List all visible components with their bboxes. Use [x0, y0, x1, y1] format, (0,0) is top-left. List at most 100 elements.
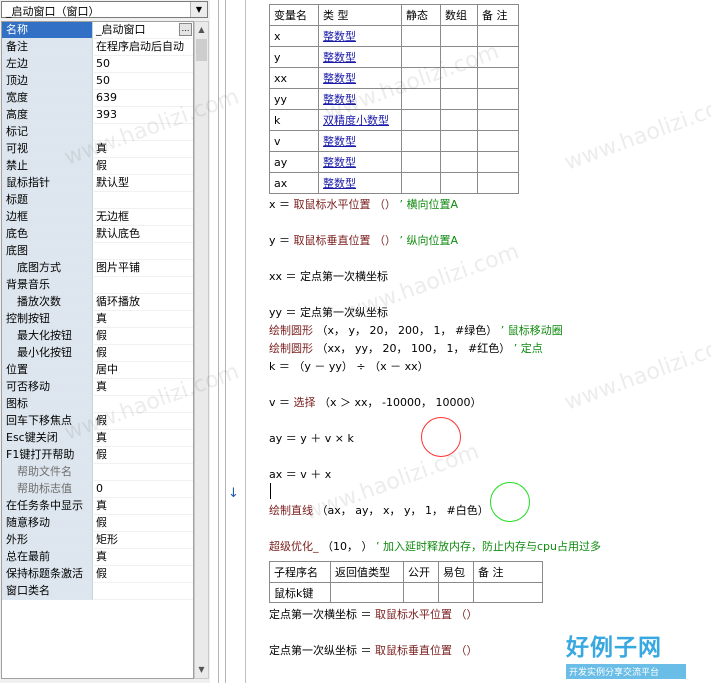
variable-type[interactable]: 整数型: [318, 25, 402, 47]
comment: ’ 定点: [513, 342, 543, 355]
variable-type[interactable]: 整数型: [318, 67, 402, 89]
cell[interactable]: [477, 172, 519, 194]
variable-name[interactable]: v: [269, 130, 319, 152]
code-line[interactable]: 绘制圆形 （x， y， 20， 200， 1， #绿色） ’ 鼠标移动圈: [269, 322, 563, 338]
red-circle: [421, 417, 461, 457]
cell[interactable]: [440, 109, 478, 131]
variable-row[interactable]: y 整数型: [269, 46, 519, 68]
variable-type-text: 整数型: [323, 93, 356, 106]
cell[interactable]: [401, 172, 441, 194]
code-line[interactable]: y ＝ 取鼠标垂直位置 （） ’ 纵向位置A: [269, 232, 458, 248]
logo-title: 好例子网: [566, 635, 662, 661]
cell[interactable]: [440, 172, 478, 194]
code-line[interactable]: v ＝ 选择 （x ＞ xx， -10000， 10000）: [269, 394, 481, 410]
cell[interactable]: [477, 46, 519, 68]
variable-row[interactable]: yy 整数型: [269, 88, 519, 110]
code-args: （ax， ay， x， y， 1， #白色）: [313, 504, 489, 517]
header-cell: 返回值类型: [330, 561, 404, 583]
code-text: x ＝: [269, 198, 294, 211]
variable-type[interactable]: 整数型: [318, 46, 402, 68]
header-cell: 数组: [440, 4, 478, 26]
cell[interactable]: [440, 151, 478, 173]
code-editor[interactable]: 变量名 类 型 静态 数组 备 注 x 整数型 y 整数型 xx 整数型 yy 整数型 k 双精度…: [0, 0, 711, 683]
variable-name[interactable]: ax: [269, 172, 319, 194]
cell[interactable]: [477, 67, 519, 89]
cell[interactable]: [477, 130, 519, 152]
code-args: （x， y， 20， 200， 1， #绿色）: [313, 324, 501, 337]
code-line[interactable]: yy ＝ 定点第一次纵坐标: [269, 304, 388, 320]
cell[interactable]: [440, 25, 478, 47]
cell[interactable]: [473, 582, 543, 603]
comment: ’ 横向位置A: [396, 198, 459, 211]
code-text: v ＝: [269, 396, 294, 409]
comment: ’ 鼠标移动圈: [500, 324, 563, 337]
function-call: 取鼠标水平位置 （）: [375, 608, 478, 621]
code-line[interactable]: 绘制直线 （ax， ay， x， y， 1， #白色）: [269, 502, 489, 518]
cell[interactable]: [401, 46, 441, 68]
variable-type[interactable]: 整数型: [318, 172, 402, 194]
variable-type[interactable]: 双精度小数型: [318, 109, 402, 131]
cell[interactable]: [330, 582, 404, 603]
code-line[interactable]: ay ＝ y ＋ v × k: [269, 430, 354, 446]
cell[interactable]: [403, 582, 439, 603]
variable-name[interactable]: k: [269, 109, 319, 131]
code-line[interactable]: x ＝ 取鼠标水平位置 （） ’ 横向位置A: [269, 196, 458, 212]
variable-type[interactable]: 整数型: [318, 130, 402, 152]
cell[interactable]: [401, 151, 441, 173]
variable-row[interactable]: v 整数型: [269, 130, 519, 152]
header-cell: 备 注: [477, 4, 519, 26]
variable-type-text: 整数型: [323, 156, 356, 169]
green-circle: [490, 482, 530, 522]
code-line[interactable]: 定点第一次纵坐标 ＝ 取鼠标垂直位置 （）: [269, 642, 478, 658]
variable-name[interactable]: x: [269, 25, 319, 47]
variable-name[interactable]: y: [269, 46, 319, 68]
variable-name[interactable]: xx: [269, 67, 319, 89]
cell[interactable]: [440, 130, 478, 152]
cell[interactable]: [477, 25, 519, 47]
function-call: 取鼠标水平位置 （）: [293, 198, 397, 211]
header-cell: 易包: [438, 561, 474, 583]
variable-row[interactable]: k 双精度小数型: [269, 109, 519, 131]
variable-name[interactable]: ay: [269, 151, 319, 173]
cell[interactable]: [477, 109, 519, 131]
cell[interactable]: [438, 582, 474, 603]
variable-type-text: 整数型: [323, 30, 356, 43]
code-line[interactable]: k ＝ （y － yy） ÷ （x － xx）: [269, 358, 429, 374]
code-text: 定点第一次横坐标 ＝: [269, 608, 375, 621]
cell[interactable]: [401, 109, 441, 131]
variable-row[interactable]: xx 整数型: [269, 67, 519, 89]
function-call: 绘制圆形: [269, 324, 313, 337]
code-line[interactable]: xx ＝ 定点第一次横坐标: [269, 268, 388, 284]
cell[interactable]: [401, 67, 441, 89]
cell[interactable]: [477, 88, 519, 110]
variable-row[interactable]: ax 整数型: [269, 172, 519, 194]
code-line[interactable]: ax ＝ v ＋ x: [269, 466, 331, 482]
text-caret: [270, 483, 271, 499]
variable-type-text: 整数型: [323, 177, 356, 190]
function-call: 取鼠标垂直位置 （）: [375, 644, 478, 657]
subroutine-row[interactable]: 鼠标k键: [269, 582, 543, 603]
code-line[interactable]: 超级优化_ （10， ） ’ 加入延时释放内存，防止内存与cpu占用过多: [269, 538, 601, 554]
function-call: 选择: [293, 396, 316, 409]
code-line[interactable]: 绘制圆形 （xx， yy， 20， 100， 1， #红色） ’ 定点: [269, 340, 543, 356]
cell[interactable]: [401, 130, 441, 152]
variable-type[interactable]: 整数型: [318, 151, 402, 173]
function-call: 超级优化_: [269, 540, 319, 553]
variable-name[interactable]: yy: [269, 88, 319, 110]
code-text: y ＝: [269, 234, 294, 247]
code-args: （10， ）: [318, 540, 376, 553]
code-line[interactable]: 定点第一次横坐标 ＝ 取鼠标水平位置 （）: [269, 606, 478, 622]
cell[interactable]: [440, 67, 478, 89]
subroutine-name[interactable]: 鼠标k键: [269, 582, 331, 603]
variable-type[interactable]: 整数型: [318, 88, 402, 110]
variable-row[interactable]: x 整数型: [269, 25, 519, 47]
header-cell: 备 注: [473, 561, 543, 583]
variable-row[interactable]: ay 整数型: [269, 151, 519, 173]
cell[interactable]: [477, 151, 519, 173]
code-text: 定点第一次纵坐标 ＝: [269, 644, 375, 657]
cell[interactable]: [440, 88, 478, 110]
cell[interactable]: [401, 25, 441, 47]
cell[interactable]: [440, 46, 478, 68]
cell[interactable]: [401, 88, 441, 110]
header-cell: 变量名: [269, 4, 319, 26]
